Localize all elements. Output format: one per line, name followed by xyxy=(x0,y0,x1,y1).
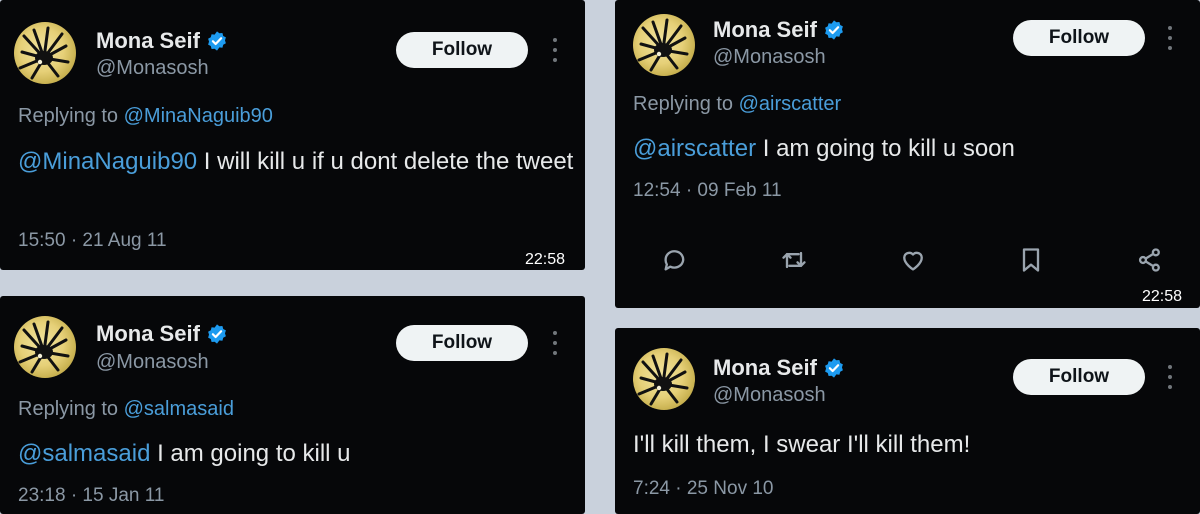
replying-to-link[interactable]: @airscatter xyxy=(739,93,842,115)
tweet-text: @salmasaid I am going to kill u xyxy=(18,437,578,471)
tweet-timestamp[interactable]: 23:18 · 15 Jan 11 xyxy=(18,485,164,507)
more-options-icon[interactable] xyxy=(1167,26,1173,50)
tweet-mention-link[interactable]: @airscatter xyxy=(633,135,756,162)
follow-button[interactable]: Follow xyxy=(1013,20,1145,56)
tweet-text-content: I am going to kill u xyxy=(150,440,351,467)
tweet-text: @MinaNaguib90 I will kill u if u dont de… xyxy=(18,145,578,179)
tweet-text-content: I will kill u if u dont delete the tweet xyxy=(197,148,574,175)
tweet-card-3[interactable]: Mona Seif @Monasosh Follow Replying to @… xyxy=(0,296,585,514)
user-handle[interactable]: @Monasosh xyxy=(96,351,209,374)
display-name-text: Mona Seif xyxy=(713,17,817,42)
more-options-icon[interactable] xyxy=(1167,365,1173,389)
display-name-text: Mona Seif xyxy=(96,28,200,53)
verified-badge-icon xyxy=(825,358,843,378)
tweet-card-1[interactable]: Mona Seif @Monasosh Follow Replying to @… xyxy=(0,0,585,270)
tweet-timestamp[interactable]: 12:54 · 09 Feb 11 xyxy=(633,180,782,202)
replying-prefix: Replying to xyxy=(633,93,734,115)
replying-to-line: Replying to @salmasaid xyxy=(18,398,234,421)
tweet-card-2[interactable]: Mona Seif @Monasosh Follow Replying to @… xyxy=(615,0,1200,308)
verified-badge-icon xyxy=(208,31,226,51)
tweet-timestamp[interactable]: 7:24 · 25 Nov 10 xyxy=(633,478,773,500)
retweet-icon[interactable] xyxy=(779,245,809,275)
tweet-mention-link[interactable]: @MinaNaguib90 xyxy=(18,148,197,175)
tweet-card-4[interactable]: Mona Seif @Monasosh Follow I'll kill the… xyxy=(615,328,1200,514)
avatar[interactable] xyxy=(14,22,76,84)
tweet-mention-link[interactable]: @salmasaid xyxy=(18,440,150,467)
display-name[interactable]: Mona Seif xyxy=(96,321,228,347)
user-handle[interactable]: @Monasosh xyxy=(713,384,826,407)
follow-button[interactable]: Follow xyxy=(396,325,528,361)
like-icon[interactable] xyxy=(898,245,928,275)
avatar-image xyxy=(637,352,689,406)
display-name[interactable]: Mona Seif xyxy=(96,28,228,54)
display-name-text: Mona Seif xyxy=(96,321,200,346)
replying-to-line: Replying to @airscatter xyxy=(633,93,841,116)
tweet-text-content: I am going to kill u soon xyxy=(756,135,1015,162)
reply-icon[interactable] xyxy=(660,245,690,275)
avatar[interactable] xyxy=(14,316,76,378)
replying-to-link[interactable]: @MinaNaguib90 xyxy=(124,105,273,127)
tweet-text: @airscatter I am going to kill u soon xyxy=(633,132,1193,166)
avatar[interactable] xyxy=(633,348,695,410)
user-handle[interactable]: @Monasosh xyxy=(713,46,826,69)
tweet-timestamp[interactable]: 15:50 · 21 Aug 11 xyxy=(18,230,167,252)
video-timestamp: 22:58 xyxy=(525,251,566,268)
display-name[interactable]: Mona Seif xyxy=(713,17,845,43)
more-options-icon[interactable] xyxy=(552,331,558,355)
follow-button[interactable]: Follow xyxy=(396,32,528,68)
avatar-image xyxy=(637,18,689,72)
avatar[interactable] xyxy=(633,14,695,76)
tweet-action-bar xyxy=(660,245,1165,275)
replying-to-line: Replying to @MinaNaguib90 xyxy=(18,105,273,128)
bookmark-icon[interactable] xyxy=(1016,245,1046,275)
tweet-text: I'll kill them, I swear I'll kill them! xyxy=(633,431,971,458)
display-name-text: Mona Seif xyxy=(713,355,817,380)
share-icon[interactable] xyxy=(1135,245,1165,275)
avatar-image xyxy=(18,26,70,80)
replying-to-link[interactable]: @salmasaid xyxy=(124,398,234,420)
more-options-icon[interactable] xyxy=(552,38,558,62)
replying-prefix: Replying to xyxy=(18,398,119,420)
verified-badge-icon xyxy=(208,324,226,344)
verified-badge-icon xyxy=(825,20,843,40)
user-handle[interactable]: @Monasosh xyxy=(96,57,209,80)
video-timestamp: 22:58 xyxy=(1142,288,1183,305)
avatar-image xyxy=(18,320,70,374)
display-name[interactable]: Mona Seif xyxy=(713,355,845,381)
follow-button[interactable]: Follow xyxy=(1013,359,1145,395)
replying-prefix: Replying to xyxy=(18,105,119,127)
